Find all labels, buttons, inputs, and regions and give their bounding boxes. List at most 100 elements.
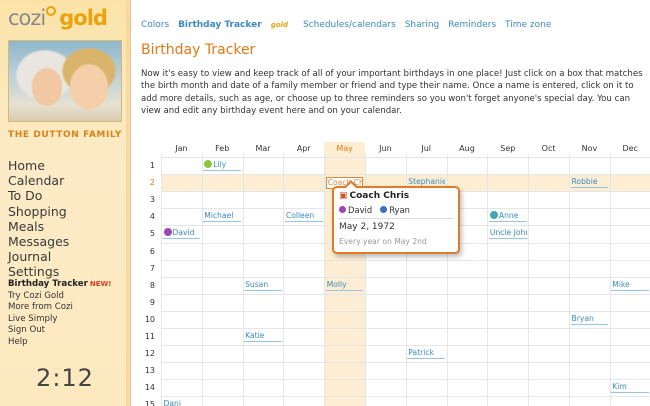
grid-cell[interactable]	[162, 346, 202, 362]
grid-cell[interactable]	[366, 380, 406, 396]
grid-cell[interactable]	[448, 278, 488, 294]
grid-cell[interactable]	[162, 192, 202, 208]
birthday-entry[interactable]: Mike	[611, 280, 650, 291]
grid-cell[interactable]	[407, 261, 447, 277]
grid-cell[interactable]	[203, 295, 243, 311]
grid-cell[interactable]	[366, 158, 406, 174]
grid-cell[interactable]	[488, 380, 528, 396]
grid-cell[interactable]	[488, 158, 528, 174]
grid-cell[interactable]	[284, 329, 324, 345]
grid-cell[interactable]	[611, 209, 650, 225]
grid-cell[interactable]	[244, 158, 284, 174]
grid-cell[interactable]	[570, 329, 610, 345]
grid-cell[interactable]	[611, 175, 650, 191]
birthday-entry[interactable]: Molly	[325, 280, 364, 291]
birthday-entry[interactable]: Kim	[611, 382, 650, 394]
grid-cell[interactable]	[162, 363, 202, 379]
nav-todo[interactable]: To Do	[8, 188, 69, 203]
grid-cell[interactable]	[611, 363, 650, 379]
grid-cell[interactable]	[366, 329, 406, 345]
grid-cell[interactable]	[244, 363, 284, 379]
tab-reminders[interactable]: Reminders	[448, 20, 496, 30]
nav-journal[interactable]: Journal	[8, 249, 69, 264]
grid-cell[interactable]	[407, 380, 447, 396]
grid-cell[interactable]	[488, 363, 528, 379]
grid-cell[interactable]	[203, 380, 243, 396]
grid-cell[interactable]	[570, 363, 610, 379]
grid-cell[interactable]	[488, 397, 528, 406]
grid-cell[interactable]	[529, 209, 569, 225]
grid-cell[interactable]	[162, 261, 202, 277]
grid-cell[interactable]	[366, 278, 406, 294]
grid-cell[interactable]	[529, 380, 569, 396]
grid-cell[interactable]	[366, 312, 406, 328]
nav-try-cozi-gold[interactable]: Try Cozi Gold	[8, 291, 111, 303]
grid-cell[interactable]	[284, 158, 324, 174]
birthday-entry[interactable]: Patrick	[407, 348, 446, 360]
grid-cell[interactable]	[407, 397, 447, 406]
birthday-popup[interactable]: ▣ Coach Chris David Ryan May 2, 1972 Ever…	[332, 180, 460, 254]
grid-cell[interactable]	[244, 175, 284, 191]
nav-messages[interactable]: Messages	[8, 234, 69, 249]
grid-cell[interactable]	[611, 329, 650, 345]
birthday-entry[interactable]: Bryan	[570, 314, 609, 325]
grid-cell[interactable]	[611, 312, 650, 328]
nav-sign-out[interactable]: Sign Out	[8, 325, 111, 337]
grid-cell[interactable]	[570, 209, 610, 225]
nav-settings[interactable]: Settings	[8, 264, 69, 279]
grid-cell[interactable]	[488, 192, 528, 208]
grid-cell[interactable]	[203, 363, 243, 379]
grid-cell[interactable]	[407, 158, 447, 174]
grid-cell[interactable]	[325, 312, 365, 328]
nav-live-simply[interactable]: Live Simply	[8, 314, 111, 326]
grid-cell[interactable]	[448, 261, 488, 277]
birthday-entry[interactable]: Lily	[203, 160, 242, 171]
grid-cell[interactable]	[284, 312, 324, 328]
grid-cell[interactable]	[611, 346, 650, 362]
nav-home[interactable]: Home	[8, 158, 69, 173]
grid-cell[interactable]	[488, 312, 528, 328]
grid-cell[interactable]	[570, 397, 610, 406]
birthday-entry[interactable]: Katie	[244, 331, 282, 342]
grid-cell[interactable]	[529, 226, 569, 242]
birthday-entry[interactable]: Colleen	[284, 211, 323, 223]
grid-cell[interactable]	[284, 261, 324, 277]
grid-cell[interactable]	[488, 261, 528, 277]
grid-cell[interactable]	[570, 158, 610, 174]
grid-cell[interactable]	[162, 244, 202, 260]
grid-cell[interactable]	[203, 397, 243, 406]
grid-cell[interactable]	[529, 312, 569, 328]
grid-cell[interactable]	[448, 312, 488, 328]
grid-cell[interactable]	[203, 329, 243, 345]
grid-cell[interactable]	[529, 295, 569, 311]
birthday-entry[interactable]: Michael	[203, 211, 242, 223]
grid-cell[interactable]	[407, 295, 447, 311]
nav-help[interactable]: Help	[8, 337, 111, 349]
grid-cell[interactable]	[570, 278, 610, 294]
grid-cell[interactable]	[366, 295, 406, 311]
nav-more-from-cozi[interactable]: More from Cozi	[8, 302, 111, 314]
grid-cell[interactable]	[366, 363, 406, 379]
grid-cell[interactable]	[611, 226, 650, 242]
birthday-entry[interactable]: David	[162, 228, 201, 240]
grid-cell[interactable]	[203, 261, 243, 277]
grid-cell[interactable]	[448, 397, 488, 406]
grid-cell[interactable]	[162, 175, 202, 191]
grid-cell[interactable]	[203, 226, 243, 242]
grid-cell[interactable]	[488, 244, 528, 260]
tab-schedules[interactable]: Schedules/calendars	[303, 20, 396, 30]
grid-cell[interactable]	[244, 380, 284, 396]
grid-cell[interactable]	[325, 397, 365, 406]
grid-cell[interactable]	[244, 346, 284, 362]
tab-sharing[interactable]: Sharing	[405, 20, 440, 30]
grid-cell[interactable]	[244, 295, 284, 311]
nav-birthday-tracker[interactable]: Birthday Tracker NEW!	[8, 279, 111, 291]
grid-cell[interactable]	[529, 329, 569, 345]
grid-cell[interactable]	[570, 244, 610, 260]
grid-cell[interactable]	[325, 380, 365, 396]
grid-cell[interactable]	[529, 244, 569, 260]
grid-cell[interactable]	[611, 295, 650, 311]
grid-cell[interactable]	[284, 175, 324, 191]
grid-cell[interactable]	[162, 329, 202, 345]
grid-cell[interactable]	[488, 295, 528, 311]
